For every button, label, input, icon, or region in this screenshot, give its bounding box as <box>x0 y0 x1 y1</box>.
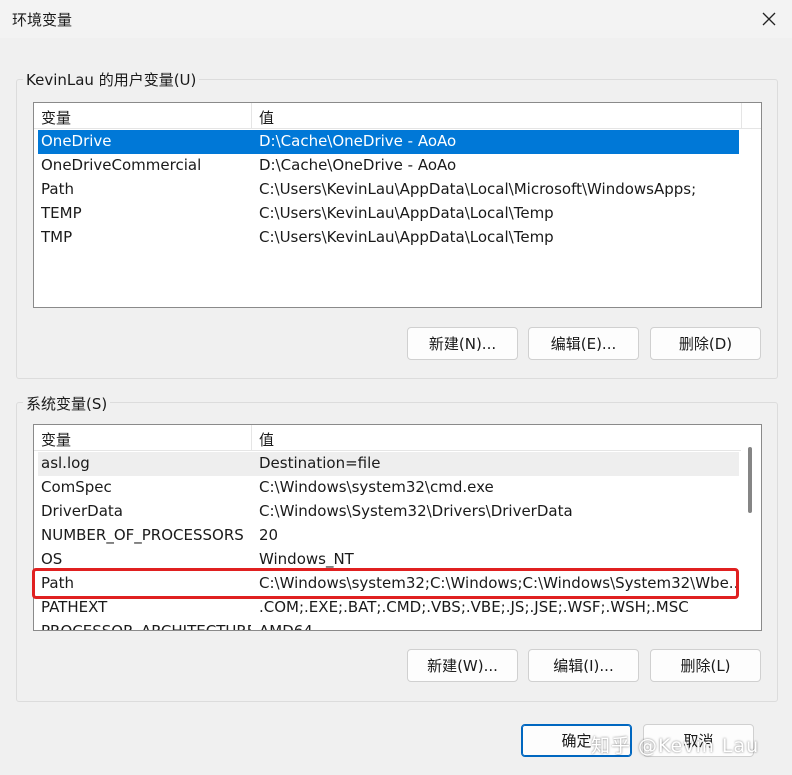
variable-name: TMP <box>41 228 73 246</box>
column-header-variable[interactable]: 变量 <box>41 429 71 450</box>
vertical-scrollbar[interactable] <box>745 425 761 630</box>
list-item[interactable]: DriverData C:\Windows\System32\Drivers\D… <box>38 500 739 524</box>
column-header-variable[interactable]: 变量 <box>41 107 71 128</box>
list-header: 变量 值 <box>34 103 761 129</box>
list-item[interactable]: PROCESSOR_ARCHITECTURE AMD64 <box>38 620 739 631</box>
column-separator[interactable] <box>251 103 252 129</box>
close-button[interactable] <box>746 0 792 38</box>
column-separator[interactable] <box>251 425 252 451</box>
system-new-button[interactable]: 新建(W)... <box>407 649 518 682</box>
variable-name: asl.log <box>41 454 90 472</box>
variable-name: OneDriveCommercial <box>41 156 202 174</box>
column-header-value[interactable]: 值 <box>259 107 274 128</box>
variable-value: AMD64 <box>259 622 313 631</box>
column-header-value[interactable]: 值 <box>259 429 274 450</box>
variable-value: C:\Users\KevinLau\AppData\Local\Microsof… <box>259 180 697 198</box>
variable-value: D:\Cache\OneDrive - AoAo <box>259 132 457 150</box>
variable-value: C:\Users\KevinLau\AppData\Local\Temp <box>259 204 554 222</box>
list-item[interactable]: TMP C:\Users\KevinLau\AppData\Local\Temp <box>38 226 739 250</box>
list-item[interactable]: Path C:\Users\KevinLau\AppData\Local\Mic… <box>38 178 739 202</box>
variable-value: .COM;.EXE;.BAT;.CMD;.VBS;.VBE;.JS;.JSE;.… <box>259 598 689 616</box>
watermark: 知乎 @Kevin Lau <box>591 735 760 757</box>
variable-name: DriverData <box>41 502 123 520</box>
window-title: 环境变量 <box>12 11 73 29</box>
scrollbar-thumb[interactable] <box>748 447 752 513</box>
list-header: 变量 值 <box>34 425 741 451</box>
variable-name: TEMP <box>41 204 82 222</box>
variable-name: OS <box>41 550 63 568</box>
system-vars-group-label: 系统变量(S) <box>23 393 111 414</box>
title-bar: 环境变量 <box>0 0 792 38</box>
list-item[interactable]: NUMBER_OF_PROCESSORS 20 <box>38 524 739 548</box>
list-item[interactable]: OneDrive D:\Cache\OneDrive - AoAo <box>38 130 739 154</box>
user-new-button[interactable]: 新建(N)... <box>407 327 518 360</box>
variable-value: Windows_NT <box>259 550 354 568</box>
path-highlight-annotation <box>32 568 739 599</box>
variable-value: C:\Windows\System32\Drivers\DriverData <box>259 502 573 520</box>
variable-value: C:\Windows\system32\cmd.exe <box>259 478 494 496</box>
list-item[interactable]: OneDriveCommercial D:\Cache\OneDrive - A… <box>38 154 739 178</box>
variable-name: Path <box>41 180 74 198</box>
list-item[interactable]: ComSpec C:\Windows\system32\cmd.exe <box>38 476 739 500</box>
close-icon <box>762 12 776 26</box>
variable-name: PATHEXT <box>41 598 108 616</box>
variable-value: D:\Cache\OneDrive - AoAo <box>259 156 457 174</box>
user-vars-group-label: KevinLau 的用户变量(U) <box>23 69 200 90</box>
variable-value: Destination=file <box>259 454 381 472</box>
system-edit-button[interactable]: 编辑(I)... <box>528 649 639 682</box>
variable-name: ComSpec <box>41 478 112 496</box>
variable-name: PROCESSOR_ARCHITECTURE <box>41 622 251 631</box>
list-item[interactable]: TEMP C:\Users\KevinLau\AppData\Local\Tem… <box>38 202 739 226</box>
list-item[interactable]: asl.log Destination=file <box>38 452 739 476</box>
variable-value: 20 <box>259 526 279 544</box>
system-vars-list[interactable]: 变量 值 asl.log Destination=file ComSpec C:… <box>33 424 762 631</box>
column-separator[interactable] <box>741 103 742 129</box>
variable-name: NUMBER_OF_PROCESSORS <box>41 526 244 544</box>
user-vars-list[interactable]: 变量 值 OneDrive D:\Cache\OneDrive - AoAo O… <box>33 102 762 308</box>
variable-value: C:\Users\KevinLau\AppData\Local\Temp <box>259 228 554 246</box>
user-edit-button[interactable]: 编辑(E)... <box>528 327 639 360</box>
system-delete-button[interactable]: 删除(L) <box>650 649 761 682</box>
variable-name: OneDrive <box>41 132 112 150</box>
user-delete-button[interactable]: 删除(D) <box>650 327 761 360</box>
list-item[interactable]: PATHEXT .COM;.EXE;.BAT;.CMD;.VBS;.VBE;.J… <box>38 596 739 620</box>
